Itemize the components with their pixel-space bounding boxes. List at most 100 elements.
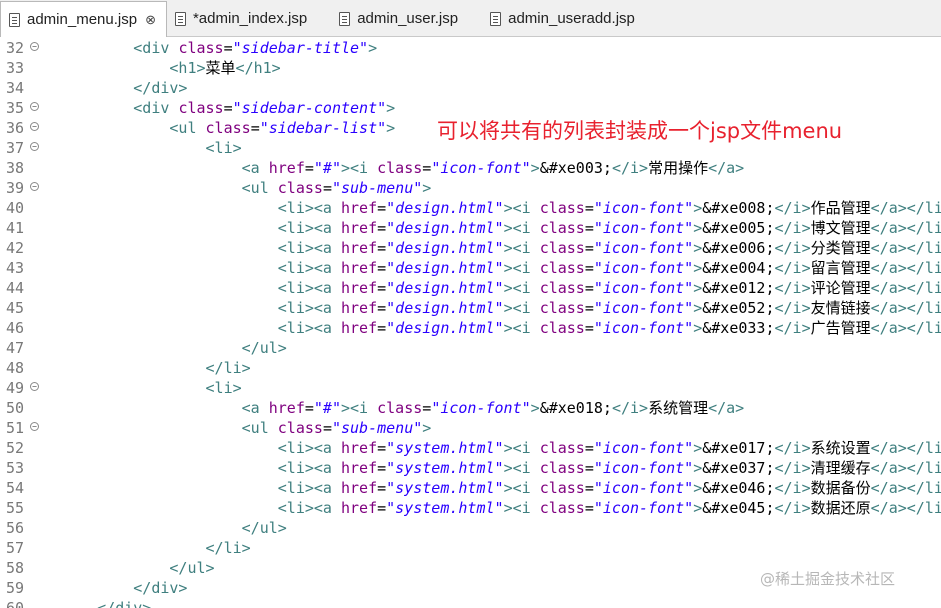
code-line[interactable]: 43 <li><a href="design.html"><i class="i…: [0, 258, 941, 278]
fold-toggle-icon[interactable]: [30, 422, 39, 431]
code-line[interactable]: 32 <div class="sidebar-title">: [0, 38, 941, 58]
token-tag: ><i: [503, 479, 540, 497]
token-tag: ><i: [503, 259, 540, 277]
code-text: </ul>: [52, 338, 287, 358]
token-txt: 菜单: [205, 59, 236, 77]
token-code: =: [322, 179, 332, 197]
token-tag: ><i: [503, 499, 540, 517]
code-line[interactable]: 60 </div>: [0, 598, 941, 608]
tab-admin-index[interactable]: *admin_index.jsp: [167, 1, 317, 36]
token-tag: ><i: [341, 159, 378, 177]
line-number: 57: [6, 539, 25, 557]
tab-label: admin_menu.jsp: [27, 11, 138, 28]
line-number: 39: [0, 178, 52, 198]
token-tag: </i>: [774, 499, 811, 517]
fold-toggle-icon[interactable]: [30, 102, 39, 111]
code-text: </ul>: [52, 518, 287, 538]
token-code: =: [377, 279, 387, 297]
code-line[interactable]: 57 </li>: [0, 538, 941, 558]
token-tag: >: [386, 99, 396, 117]
token-code: =: [584, 279, 594, 297]
token-code: =: [584, 219, 594, 237]
code-line[interactable]: 46 <li><a href="design.html"><i class="i…: [0, 318, 941, 338]
token-code: =: [584, 239, 594, 257]
token-tag: <div: [133, 39, 179, 57]
tab-admin-useradd[interactable]: admin_useradd.jsp: [482, 1, 645, 36]
code-text: <ul class="sub-menu">: [52, 418, 432, 438]
fold-toggle-icon[interactable]: [30, 382, 39, 391]
tab-label: admin_useradd.jsp: [508, 10, 635, 27]
token-tag: >: [693, 199, 703, 217]
tab-label: *admin_index.jsp: [192, 10, 308, 27]
token-code: =: [377, 459, 387, 477]
code-line[interactable]: 45 <li><a href="design.html"><i class="i…: [0, 298, 941, 318]
code-line[interactable]: 49 <li>: [0, 378, 941, 398]
token-attr: href: [341, 479, 378, 497]
token-txt: &#xe012;: [702, 279, 775, 297]
line-number: 38: [6, 159, 25, 177]
token-tag: </div>: [133, 579, 188, 597]
fold-toggle-icon[interactable]: [30, 42, 39, 51]
token-attr: href: [341, 319, 378, 337]
line-number: 36: [0, 118, 52, 138]
token-txt: 广告管理: [810, 319, 871, 337]
token-tag: >: [693, 279, 703, 297]
token-tag: <li><a: [277, 199, 341, 217]
token-tag: </div>: [97, 599, 152, 608]
token-tag: </ul>: [241, 339, 287, 357]
line-number: 44: [6, 279, 25, 297]
code-line[interactable]: 41 <li><a href="design.html"><i class="i…: [0, 218, 941, 238]
code-line[interactable]: 56 </ul>: [0, 518, 941, 538]
token-val: "#": [313, 159, 341, 177]
fold-toggle-icon[interactable]: [30, 122, 39, 131]
fold-toggle-icon[interactable]: [30, 142, 39, 151]
token-tag: >: [368, 39, 378, 57]
code-line[interactable]: 38 <a href="#"><i class="icon-font">&#xe…: [0, 158, 941, 178]
code-line[interactable]: 48 </li>: [0, 358, 941, 378]
code-line[interactable]: 44 <li><a href="design.html"><i class="i…: [0, 278, 941, 298]
code-line[interactable]: 40 <li><a href="design.html"><i class="i…: [0, 198, 941, 218]
token-tag: </i>: [774, 199, 811, 217]
line-number: 59: [6, 579, 25, 597]
code-text: </div>: [52, 78, 187, 98]
tab-admin-menu[interactable]: admin_menu.jsp ⊗: [0, 1, 167, 37]
token-tag: </a></li>: [870, 299, 941, 317]
token-attr: class: [539, 459, 585, 477]
code-line[interactable]: 33 <h1>菜单</h1>: [0, 58, 941, 78]
code-line[interactable]: 54 <li><a href="system.html"><i class="i…: [0, 478, 941, 498]
token-code: =: [422, 399, 432, 417]
token-val: "icon-font": [431, 159, 531, 177]
code-line[interactable]: 34 </div>: [0, 78, 941, 98]
code-line[interactable]: 55 <li><a href="system.html"><i class="i…: [0, 498, 941, 518]
code-line[interactable]: 42 <li><a href="design.html"><i class="i…: [0, 238, 941, 258]
tab-admin-user[interactable]: admin_user.jsp: [331, 1, 468, 36]
token-attr: class: [205, 119, 251, 137]
token-attr: href: [268, 399, 305, 417]
code-line[interactable]: 47 </ul>: [0, 338, 941, 358]
token-tag: ><i: [503, 439, 540, 457]
code-text: <a href="#"><i class="icon-font">&#xe003…: [52, 158, 745, 178]
code-text: <li><a href="system.html"><i class="icon…: [52, 478, 941, 498]
line-number: 45: [6, 299, 25, 317]
token-val: "icon-font": [593, 479, 694, 497]
token-txt: &#xe004;: [702, 259, 775, 277]
code-text: <li><a href="design.html"><i class="icon…: [52, 318, 941, 338]
token-tag: >: [693, 259, 703, 277]
code-line[interactable]: 50 <a href="#"><i class="icon-font">&#xe…: [0, 398, 941, 418]
fold-toggle-icon[interactable]: [30, 182, 39, 191]
token-val: "icon-font": [593, 319, 694, 337]
token-txt: &#xe006;: [702, 239, 775, 257]
token-code: =: [584, 439, 594, 457]
token-val: "icon-font": [593, 259, 694, 277]
token-tag: >: [530, 399, 540, 417]
token-code: =: [377, 479, 387, 497]
code-line[interactable]: 52 <li><a href="system.html"><i class="i…: [0, 438, 941, 458]
token-code: =: [377, 439, 387, 457]
token-attr: class: [277, 419, 323, 437]
token-attr: class: [277, 179, 323, 197]
code-line[interactable]: 53 <li><a href="system.html"><i class="i…: [0, 458, 941, 478]
code-line[interactable]: 51 <ul class="sub-menu">: [0, 418, 941, 438]
close-icon[interactable]: ⊗: [145, 12, 156, 28]
code-line[interactable]: 39 <ul class="sub-menu">: [0, 178, 941, 198]
token-code: =: [584, 199, 594, 217]
